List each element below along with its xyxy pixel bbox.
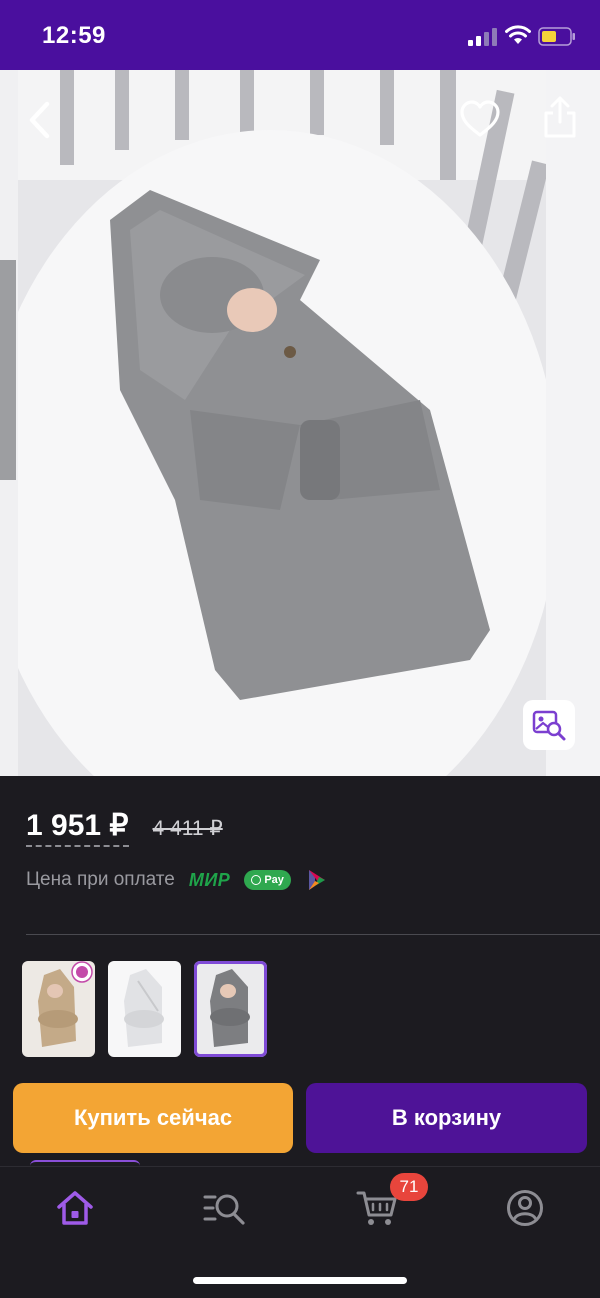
variant-white[interactable] xyxy=(108,961,181,1057)
home-icon xyxy=(57,1191,93,1225)
variant-selector xyxy=(22,961,267,1057)
variant-beige[interactable] xyxy=(22,961,95,1057)
variant-gray-thumbnail xyxy=(194,961,267,1057)
divider xyxy=(26,934,600,935)
payment-label: Цена при оплате xyxy=(26,869,175,890)
sbp-logo-icon xyxy=(308,870,325,890)
product-photo xyxy=(0,70,600,776)
add-to-cart-button[interactable]: В корзину xyxy=(306,1083,587,1153)
product-gallery[interactable] xyxy=(0,70,600,776)
catalog-search-icon xyxy=(203,1194,245,1225)
profile-icon xyxy=(507,1190,543,1226)
pay-circle-icon xyxy=(251,875,262,885)
payment-row: Цена при оплате МИР Pay xyxy=(26,866,327,894)
variant-gray[interactable] xyxy=(194,961,267,1057)
favorite-button[interactable] xyxy=(458,98,502,142)
status-time: 12:59 xyxy=(42,22,106,49)
buy-now-button[interactable]: Купить сейчас xyxy=(13,1083,293,1153)
pay-logo: Pay xyxy=(244,870,291,890)
home-indicator xyxy=(193,1277,407,1284)
heart-icon xyxy=(460,100,500,137)
image-search-icon xyxy=(532,710,566,741)
battery-icon xyxy=(538,27,575,46)
price-row: 1 951 ₽ 4 411 ₽ xyxy=(26,808,223,848)
variant-white-thumbnail xyxy=(108,961,181,1057)
signal-icon xyxy=(468,28,497,46)
share-icon xyxy=(544,96,576,138)
price-current: 1 951 ₽ xyxy=(26,808,129,847)
visual-search-button[interactable] xyxy=(523,700,575,750)
variant-beige-thumbnail xyxy=(22,961,95,1057)
chevron-left-icon xyxy=(29,101,50,139)
mir-logo: МИР xyxy=(188,869,231,890)
status-bar: 12:59 xyxy=(0,0,600,70)
share-button[interactable] xyxy=(540,94,580,142)
tab-profile[interactable] xyxy=(500,1185,550,1231)
cart-count-badge: 71 xyxy=(390,1173,428,1201)
price-old: 4 411 ₽ xyxy=(152,817,223,840)
wifi-icon xyxy=(505,25,531,44)
pay-logo-label: Pay xyxy=(264,874,284,886)
back-button[interactable] xyxy=(22,98,58,142)
tab-catalog[interactable] xyxy=(200,1185,250,1231)
tab-home[interactable] xyxy=(50,1185,100,1231)
